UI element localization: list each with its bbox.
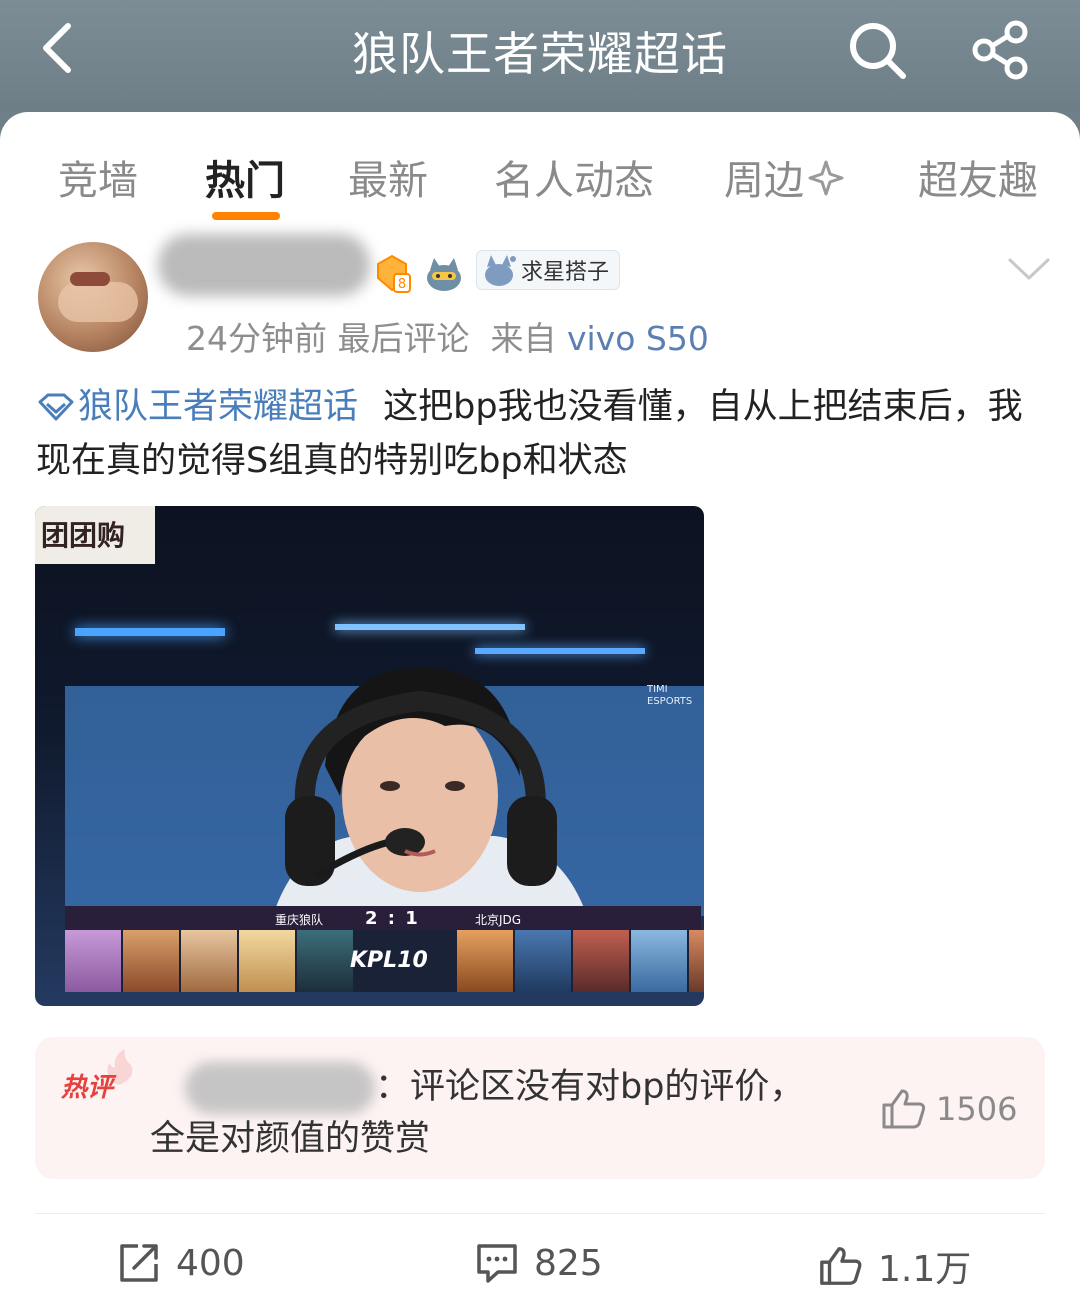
tab-latest[interactable]: 最新 bbox=[348, 148, 428, 206]
search-icon[interactable] bbox=[845, 18, 909, 82]
hot-comment-body: ：评论区没有对bp的评价，全是对颜值的赞赏 bbox=[150, 1067, 805, 1159]
mascot-icon bbox=[485, 255, 516, 286]
stage-light-bar bbox=[335, 624, 525, 630]
last-comment-label: 最后评论 bbox=[337, 319, 470, 358]
tab-jingqiang[interactable]: 竞墙 bbox=[58, 148, 138, 206]
repost-count: 400 bbox=[176, 1242, 245, 1284]
tab-hot[interactable]: 热门 bbox=[205, 148, 285, 206]
hot-comment-like-count: 1506 bbox=[936, 1090, 1018, 1128]
avatar[interactable] bbox=[38, 242, 148, 352]
heroes-left bbox=[65, 930, 353, 992]
tab-chaoyouqu[interactable]: 超友趣 bbox=[918, 148, 1038, 206]
share-icon[interactable] bbox=[968, 18, 1032, 82]
hero-portrait bbox=[297, 930, 353, 992]
kpl-logo: KPL10 bbox=[350, 948, 428, 973]
source-prefix: 来自 bbox=[490, 319, 557, 358]
topic-link-label: 狼队王者荣耀超话 bbox=[78, 387, 359, 427]
team-left: 重庆狼队 bbox=[275, 913, 324, 927]
star-partner-badge[interactable]: 求星搭子 bbox=[476, 250, 621, 290]
stage-light-bar bbox=[75, 628, 225, 636]
post-body: 狼队王者荣耀超话 这把bp我也没看懂，自从上把结束后，我现在真的觉得S组真的特别… bbox=[36, 380, 1046, 488]
team-right: 北京JDG bbox=[475, 913, 522, 927]
chevron-down-icon[interactable] bbox=[1006, 254, 1052, 284]
hot-comment-label: 热评 bbox=[61, 1073, 114, 1103]
hero-portrait bbox=[123, 930, 179, 992]
hero-portrait bbox=[239, 930, 295, 992]
hot-comment-text: ：评论区没有对bp的评价，全是对颜值的赞赏 bbox=[150, 1061, 830, 1165]
hero-portrait bbox=[65, 930, 121, 992]
source-device[interactable]: vivo S50 bbox=[567, 319, 709, 358]
tab-merch-label: 周边 bbox=[724, 158, 804, 204]
repost-icon bbox=[120, 1244, 158, 1282]
repost-button[interactable]: 400 bbox=[116, 1240, 245, 1286]
comment-button[interactable]: 825 bbox=[474, 1240, 603, 1286]
hot-comment-like[interactable]: 1506 bbox=[880, 1087, 1017, 1131]
tab-merch[interactable]: 周边 bbox=[724, 148, 848, 206]
star-partner-label: 求星搭子 bbox=[521, 260, 610, 285]
hero-portrait bbox=[631, 930, 687, 992]
tab-bar: 竞墙 热门 最新 名人动态 周边 超友趣 bbox=[0, 148, 1080, 228]
post-image[interactable]: 团团购 TIMI ESPORTS 重庆狼队 2 : 1 北京JDG KPL10 bbox=[35, 506, 704, 1006]
thumbs-up-icon bbox=[882, 1089, 926, 1129]
sparkle-icon bbox=[808, 160, 844, 196]
active-tab-indicator bbox=[212, 212, 280, 220]
score: 2 : 1 bbox=[365, 908, 420, 929]
svg-text:8: 8 bbox=[398, 277, 406, 292]
hero-portrait bbox=[181, 930, 237, 992]
comment-count: 825 bbox=[534, 1242, 603, 1284]
esports-logo: TIMI ESPORTS bbox=[647, 684, 693, 707]
thumbs-up-icon bbox=[820, 1247, 862, 1285]
avatar-ring bbox=[70, 272, 110, 286]
comment-icon bbox=[477, 1244, 517, 1283]
top-bar: 狼队王者荣耀超话 bbox=[0, 0, 1080, 110]
diamond-topic-icon bbox=[38, 393, 74, 421]
hero-portrait bbox=[457, 930, 513, 992]
heroes-right bbox=[457, 930, 704, 992]
avatar-hand bbox=[58, 282, 138, 322]
content-card: 竞墙 热门 最新 名人动态 周边 超友趣 8 求星搭子 24分钟前 最后评论 来… bbox=[0, 112, 1080, 1307]
page-title: 狼队王者荣耀超话 bbox=[352, 27, 728, 81]
username-blurred[interactable] bbox=[158, 234, 370, 296]
player-portrait bbox=[265, 667, 595, 946]
post-meta: 24分钟前 最后评论 来自 vivo S50 bbox=[186, 312, 709, 360]
score-overlay: 重庆狼队 2 : 1 北京JDG KPL10 bbox=[65, 906, 704, 992]
level-badge-icon: 8 bbox=[377, 254, 411, 293]
topic-link[interactable]: 狼队王者荣耀超话 bbox=[36, 387, 358, 427]
score-header: 重庆狼队 2 : 1 北京JDG bbox=[65, 906, 701, 930]
tab-celebrity[interactable]: 名人动态 bbox=[494, 148, 654, 206]
cat-badge-icon bbox=[427, 258, 461, 291]
divider bbox=[35, 1213, 1045, 1214]
post-time: 24分钟前 bbox=[186, 319, 327, 358]
hero-portrait bbox=[689, 930, 704, 992]
hot-comment[interactable]: 热评 ：评论区没有对bp的评价，全是对颜值的赞赏 1506 bbox=[35, 1037, 1045, 1179]
hero-portrait bbox=[515, 930, 571, 992]
sign-banner: 团团购 bbox=[35, 506, 155, 564]
hero-portrait bbox=[573, 930, 629, 992]
like-count: 1.1万 bbox=[878, 1249, 972, 1290]
like-button[interactable]: 1.1万 bbox=[818, 1240, 971, 1292]
